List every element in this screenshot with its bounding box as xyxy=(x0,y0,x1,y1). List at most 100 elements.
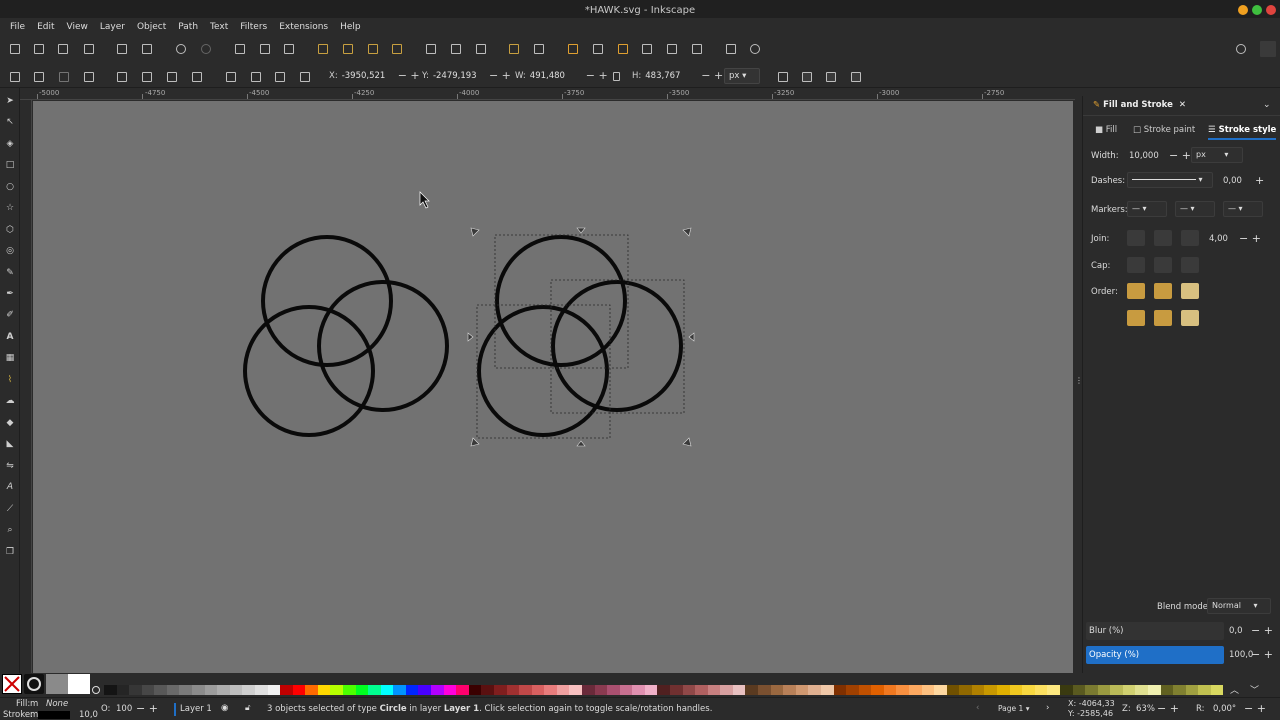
cap-round-button[interactable] xyxy=(1154,257,1172,273)
color-swatch[interactable] xyxy=(468,685,482,695)
open-icon[interactable] xyxy=(34,44,44,54)
color-swatch[interactable] xyxy=(154,685,167,695)
color-swatch[interactable] xyxy=(1047,685,1060,695)
join-round-button[interactable] xyxy=(1154,230,1172,246)
color-swatch[interactable] xyxy=(1173,685,1186,695)
blur-stepper[interactable]: − + xyxy=(1251,624,1273,637)
fill-stroke-icon[interactable] xyxy=(568,44,578,54)
stroke-swatch[interactable] xyxy=(38,711,70,719)
color-swatch[interactable] xyxy=(783,685,796,695)
color-swatch[interactable] xyxy=(720,685,733,695)
menu-help[interactable]: Help xyxy=(334,22,367,32)
join-bevel-button[interactable] xyxy=(1181,230,1199,246)
color-swatch[interactable] xyxy=(959,685,972,695)
dropper-tool-icon[interactable]: ⌇ xyxy=(5,375,15,385)
deselect-icon[interactable] xyxy=(59,72,69,82)
tab-stroke-style[interactable]: ☰ Stroke style xyxy=(1208,125,1277,140)
color-swatch[interactable] xyxy=(569,685,582,695)
color-swatch[interactable] xyxy=(896,685,909,695)
stroke-ring-icon[interactable] xyxy=(24,674,44,694)
color-swatch[interactable] xyxy=(745,685,759,695)
color-swatch[interactable] xyxy=(1022,685,1035,695)
menu-text[interactable]: Text xyxy=(204,22,234,32)
color-swatch[interactable] xyxy=(305,685,318,695)
w-field[interactable]: W: 491,480 − + xyxy=(515,68,608,84)
selector-tool-icon[interactable]: ➤ xyxy=(5,96,15,106)
paste-icon[interactable] xyxy=(284,44,294,54)
color-swatch[interactable] xyxy=(833,685,847,695)
color-swatch[interactable] xyxy=(1034,685,1048,695)
blur-slider[interactable]: Blur (%) xyxy=(1086,622,1224,640)
color-swatch[interactable] xyxy=(732,685,746,695)
color-swatch[interactable] xyxy=(657,685,671,695)
rotate-ccw-icon[interactable] xyxy=(84,72,94,82)
color-swatch[interactable] xyxy=(116,685,130,695)
menu-filters[interactable]: Filters xyxy=(234,22,273,32)
color-swatch[interactable] xyxy=(670,685,683,695)
color-swatch[interactable] xyxy=(280,685,293,695)
pencil-tool-icon[interactable]: ✎ xyxy=(5,268,15,278)
color-swatch[interactable] xyxy=(1185,685,1199,695)
new-document-icon[interactable] xyxy=(10,44,20,54)
color-swatch[interactable] xyxy=(519,685,532,695)
color-swatch[interactable] xyxy=(997,685,1010,695)
unit-select[interactable]: px ▾ xyxy=(724,68,760,84)
h-value[interactable]: 483,767 xyxy=(645,71,697,81)
x-field[interactable]: X: -3950,521 − + xyxy=(329,68,420,84)
scale-corners-icon[interactable] xyxy=(802,72,812,82)
zoom-value[interactable]: 63% xyxy=(1136,704,1155,714)
color-swatch[interactable] xyxy=(858,685,872,695)
flip-v-icon[interactable] xyxy=(167,72,177,82)
zoom-width-icon[interactable] xyxy=(392,44,402,54)
tweak-tool-icon[interactable]: ◈ xyxy=(5,139,15,149)
marker-start-select[interactable]: — ▾ xyxy=(1127,201,1167,217)
no-paint-swatch[interactable] xyxy=(2,674,22,694)
color-swatch[interactable] xyxy=(1147,685,1161,695)
color-swatch[interactable] xyxy=(405,685,419,695)
spiral-tool-icon[interactable]: ◎ xyxy=(5,246,15,256)
align-icon[interactable] xyxy=(300,72,310,82)
save-icon[interactable] xyxy=(58,44,68,54)
color-swatch[interactable] xyxy=(1135,685,1148,695)
unlink-clone-icon[interactable] xyxy=(476,44,486,54)
color-swatch[interactable] xyxy=(380,685,394,695)
color-swatch[interactable] xyxy=(141,685,155,695)
color-swatch[interactable] xyxy=(770,685,784,695)
color-swatch[interactable] xyxy=(594,685,608,695)
color-swatch[interactable] xyxy=(166,685,180,695)
node-tool-icon[interactable]: ↖ xyxy=(5,117,15,127)
gray-swatch[interactable] xyxy=(46,674,68,694)
color-swatch[interactable] xyxy=(644,685,658,695)
color-swatch[interactable] xyxy=(682,685,696,695)
text-tool-icon[interactable]: A xyxy=(5,332,15,342)
color-swatch[interactable] xyxy=(292,685,306,695)
color-swatch[interactable] xyxy=(342,685,356,695)
color-swatch[interactable] xyxy=(1122,685,1136,695)
color-swatch[interactable] xyxy=(883,685,897,695)
color-swatch[interactable] xyxy=(368,685,381,695)
box3d-tool-icon[interactable]: ⬡ xyxy=(5,225,15,235)
close-icon[interactable]: ✕ xyxy=(1179,100,1186,110)
xml-editor-icon[interactable] xyxy=(642,44,652,54)
color-swatch[interactable] xyxy=(909,685,922,695)
w-stepper[interactable]: − + xyxy=(586,70,608,81)
color-swatch[interactable] xyxy=(1110,685,1123,695)
lower-bottom-icon[interactable] xyxy=(192,72,202,82)
color-swatch[interactable] xyxy=(1059,685,1073,695)
drawing-canvas[interactable] xyxy=(33,101,1073,673)
move-gradients-icon[interactable] xyxy=(826,72,836,82)
page-prev-icon[interactable]: ‹ xyxy=(976,703,979,713)
cut-icon[interactable] xyxy=(260,44,270,54)
color-swatch[interactable] xyxy=(418,685,432,695)
miter-limit-stepper[interactable]: − + xyxy=(1239,232,1261,245)
palette-scroll-up-icon[interactable]: ︿ xyxy=(1230,683,1239,696)
connector-tool-icon[interactable]: ⇋ xyxy=(5,461,15,471)
color-swatch[interactable] xyxy=(217,685,230,695)
width-unit-select[interactable]: px ▾ xyxy=(1191,147,1243,163)
color-swatch[interactable] xyxy=(871,685,884,695)
menu-layer[interactable]: Layer xyxy=(94,22,131,32)
color-swatch[interactable] xyxy=(1160,685,1174,695)
dock-menu-icon[interactable]: ⌄ xyxy=(1263,100,1271,110)
opacity-stepper[interactable]: − + xyxy=(1251,648,1273,661)
rotation-value[interactable]: 0,00° xyxy=(1213,704,1236,714)
